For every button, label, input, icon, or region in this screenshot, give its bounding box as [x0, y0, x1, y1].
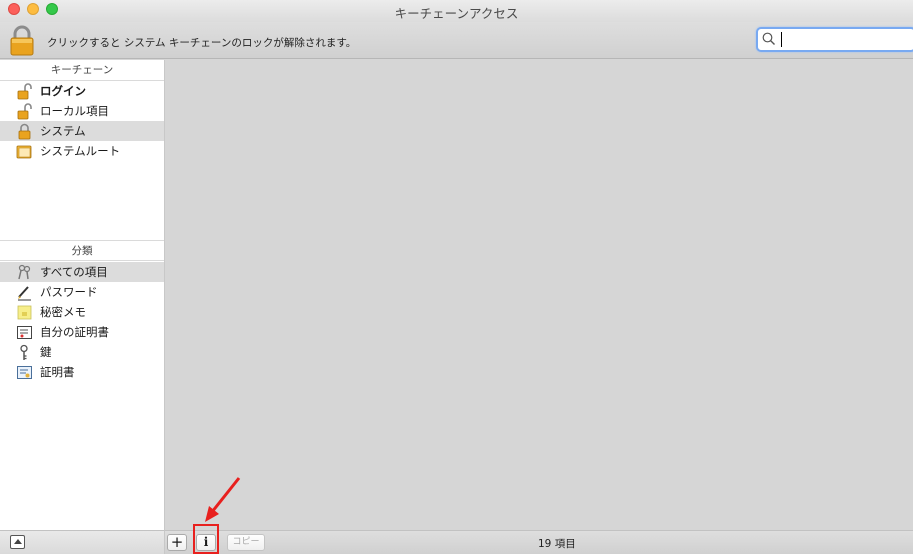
keychain-label: ローカル項目: [40, 104, 109, 118]
highlight-box: [193, 524, 219, 554]
search-icon: [762, 32, 775, 45]
keychain-label: システム: [40, 124, 86, 138]
key-icon: [16, 344, 33, 361]
note-icon: [16, 304, 33, 321]
item-count: 19 項目: [538, 538, 576, 550]
keychain-label: ログイン: [40, 84, 86, 98]
keychains-header: キーチェーン: [0, 60, 164, 81]
main-footer: + i コピー 19 項目: [165, 524, 913, 554]
keychain-item-system-roots[interactable]: システムルート: [0, 141, 164, 161]
search-field[interactable]: [756, 27, 913, 52]
category-item-my-certificates[interactable]: 自分の証明書: [0, 322, 164, 342]
lock-open-icon: [16, 83, 33, 100]
keychain-label: システムルート: [40, 144, 121, 158]
window-title: キーチェーンアクセス: [394, 6, 519, 21]
category-item-all-items[interactable]: すべての項目: [0, 262, 164, 282]
category-item-secure-notes[interactable]: 秘密メモ: [0, 302, 164, 322]
sidebar-footer: [0, 530, 165, 554]
add-item-button[interactable]: +: [167, 534, 187, 551]
category-label: 自分の証明書: [40, 325, 109, 339]
category-label: 証明書: [40, 365, 75, 379]
lock-open-icon: [16, 103, 33, 120]
keychain-item-system[interactable]: システム: [0, 121, 164, 141]
keychain-item-login[interactable]: ログイン: [0, 81, 164, 101]
show-status-icon[interactable]: [10, 535, 25, 549]
toolbar: クリックすると システム キーチェーンのロックが解除されます。: [0, 22, 913, 59]
title-bar: キーチェーンアクセス: [0, 0, 913, 22]
sidebar: キーチェーン ログイン ローカル項目 システム システムルート 分類 すべての項…: [0, 60, 165, 530]
category-label: 秘密メモ: [40, 305, 86, 319]
pen-icon: [16, 284, 33, 301]
category-label: 鍵: [40, 345, 52, 359]
categories-header: 分類: [0, 240, 164, 261]
lock-icon[interactable]: [9, 25, 35, 56]
copy-button[interactable]: コピー: [227, 534, 265, 551]
category-item-passwords[interactable]: パスワード: [0, 282, 164, 302]
folder-icon: [16, 143, 33, 160]
category-label: パスワード: [40, 285, 98, 299]
category-label: すべての項目: [40, 265, 108, 279]
text-caret: [781, 32, 782, 47]
lock-message: クリックすると システム キーチェーンのロックが解除されます。: [47, 37, 357, 49]
keychain-item-local-items[interactable]: ローカル項目: [0, 101, 164, 121]
annotation-arrow-icon: [205, 477, 241, 522]
lock-closed-icon: [16, 123, 33, 140]
category-item-certificates[interactable]: 証明書: [0, 362, 164, 382]
my-certificate-icon: [16, 324, 33, 341]
keys-icon: [16, 264, 33, 281]
certificate-icon: [16, 364, 33, 381]
category-item-keys[interactable]: 鍵: [0, 342, 164, 362]
